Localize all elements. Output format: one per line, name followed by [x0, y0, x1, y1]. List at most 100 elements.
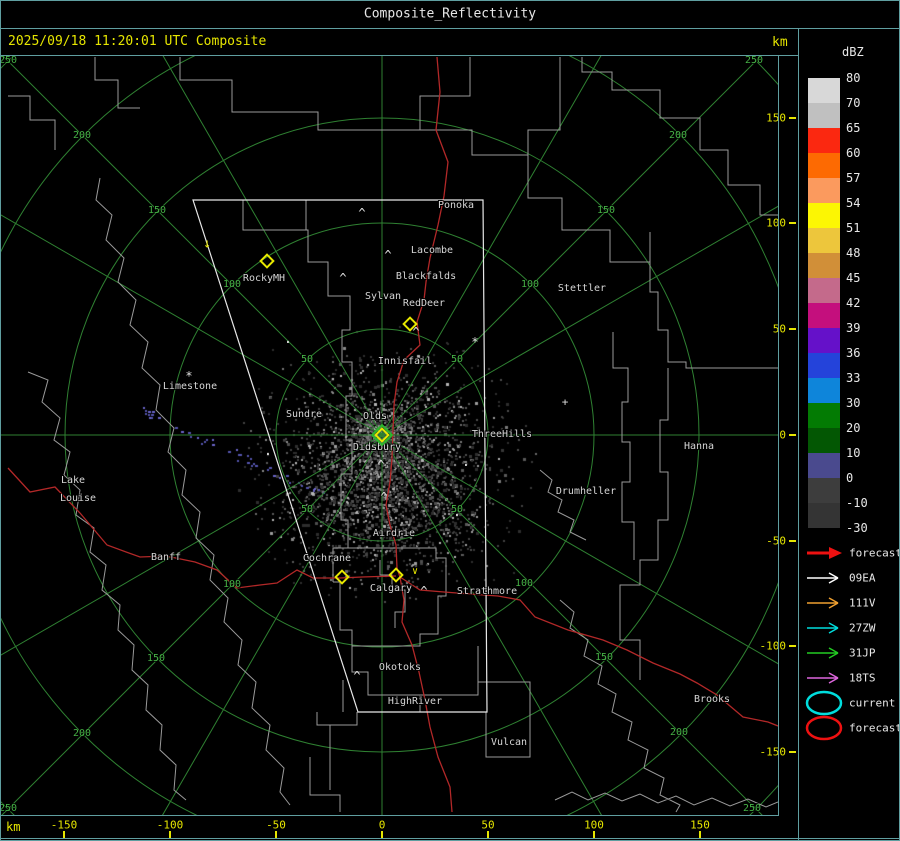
colorbar-swatch [808, 128, 840, 153]
y-axis-label: 100 [766, 216, 786, 230]
legend-label: 18TS [849, 671, 876, 685]
x-axis-label: 150 [690, 818, 710, 832]
city-label-innisfail: Innisfail [377, 356, 433, 367]
colorbar-tick-label: 65 [846, 121, 861, 135]
y-axis-label: 0 [779, 428, 786, 442]
city-label-calgary: Calgary [369, 583, 413, 594]
colorbar-tick-label: 20 [846, 421, 861, 435]
legend-label: forecast [849, 721, 900, 735]
legend-label: 09EA [849, 571, 876, 585]
map-symbol: ^ [377, 458, 385, 472]
colorbar-swatch [808, 428, 840, 453]
city-label-vulcan: Vulcan [490, 737, 528, 748]
map-symbol: * [471, 335, 479, 349]
colorbar-swatch [808, 178, 840, 203]
y-axis-label: -150 [759, 745, 787, 759]
storm-track-arrow-icon [807, 597, 839, 609]
colorbar-tick-label: 70 [846, 96, 861, 110]
y-axis-tick [789, 540, 796, 542]
storm-track-arrow-icon [807, 572, 839, 584]
range-ring-label: 150 [146, 653, 166, 664]
city-label-highriver: HighRiver [387, 696, 443, 707]
storm-track-arrow-icon [807, 622, 839, 634]
inforow-divider [0, 55, 798, 56]
range-ring-label: 100 [222, 279, 242, 290]
colorbar-swatch [808, 203, 840, 228]
colorbar-tick-label: 42 [846, 296, 861, 310]
colorbar-swatch [808, 278, 840, 303]
colorbar-title: dBZ [842, 45, 864, 59]
colorbar-swatch [808, 478, 840, 503]
legend-label: 111V [849, 596, 876, 610]
colorbar-swatch [808, 228, 840, 253]
y-axis-label: -50 [766, 534, 786, 548]
colorbar-swatch [808, 253, 840, 278]
colorbar-tick-label: 39 [846, 321, 861, 335]
city-label-limestone: Limestone [162, 381, 218, 392]
forecast-arrow-icon [807, 547, 842, 559]
y-axis-label: 150 [766, 111, 786, 125]
range-ring-label: 100 [520, 279, 540, 290]
map-symbol: · [452, 508, 462, 524]
city-label-reddeer: RedDeer [402, 298, 446, 309]
colorbar-tick-label: 51 [846, 221, 861, 235]
map-symbol: ^ [384, 248, 392, 262]
colorbar-tick-label: -10 [846, 496, 868, 510]
range-ring-label: 200 [72, 728, 92, 739]
titlebar-divider [0, 28, 900, 29]
legend-label: forecast [849, 546, 900, 560]
map-symbol: ^ [353, 669, 361, 683]
city-label-hanna: Hanna [683, 441, 715, 452]
colorbar-swatch [808, 153, 840, 178]
map-symbol: ^ [420, 584, 428, 598]
y-axis-tick [789, 751, 796, 753]
map-symbol: + [561, 395, 569, 409]
city-label-okotoks: Okotoks [378, 662, 422, 673]
colorbar-tick-label: 80 [846, 71, 861, 85]
map-bottom-border [0, 815, 778, 816]
city-label-blackfalds: Blackfalds [395, 271, 457, 282]
colorbar-swatch [808, 103, 840, 128]
panel-separator [798, 28, 799, 841]
map-symbol: ^ [358, 206, 366, 220]
city-label-louise: Louise [59, 493, 97, 504]
range-ring-label: 100 [222, 579, 242, 590]
colorbar-swatch [808, 403, 840, 428]
map-symbol: · [283, 335, 293, 351]
range-ring-label: 250 [742, 803, 762, 814]
colorbar-tick-label: 60 [846, 146, 861, 160]
forecast-ellipse-icon [805, 715, 843, 741]
city-label-banff: Banff [150, 552, 182, 563]
y-axis-label: -100 [759, 639, 787, 653]
y-axis-tick [789, 117, 796, 119]
colorbar-tick-label: 48 [846, 246, 861, 260]
range-ring-label: 250 [0, 55, 18, 66]
range-ring-label: 200 [669, 727, 689, 738]
colorbar-tick-label: 33 [846, 371, 861, 385]
y-axis-unit-label: km [772, 35, 788, 50]
city-label-ponoka: Ponoka [437, 200, 475, 211]
city-label-didsbury: Didsbury [352, 442, 402, 453]
colorbar-tick-label: 36 [846, 346, 861, 360]
legend-label: 31JP [849, 646, 876, 660]
range-ring-label: 100 [514, 578, 534, 589]
city-label-airdrie: Airdrie [372, 528, 416, 539]
y-axis-tick [789, 328, 796, 330]
city-label-lake: Lake [60, 475, 86, 486]
colorbar-swatch [808, 503, 840, 528]
range-ring-label: 50 [300, 354, 314, 365]
colorbar-tick-label: 54 [846, 196, 861, 210]
frame-left [0, 0, 1, 841]
city-label-rockymh: RockyMH [242, 273, 286, 284]
x-axis-label: 100 [584, 818, 604, 832]
city-label-sylvan: Sylvan [364, 291, 402, 302]
map-symbol: · [461, 458, 471, 474]
range-ring-label: 200 [72, 130, 92, 141]
range-ring-label: 150 [594, 652, 614, 663]
y-axis-label: 50 [772, 322, 786, 336]
colorbar-swatch [808, 78, 840, 103]
y-axis-tick [789, 645, 796, 647]
map-symbol: * [185, 369, 193, 383]
window-title: Composite_Reflectivity [363, 6, 537, 22]
colorbar-tick-label: 30 [846, 396, 861, 410]
